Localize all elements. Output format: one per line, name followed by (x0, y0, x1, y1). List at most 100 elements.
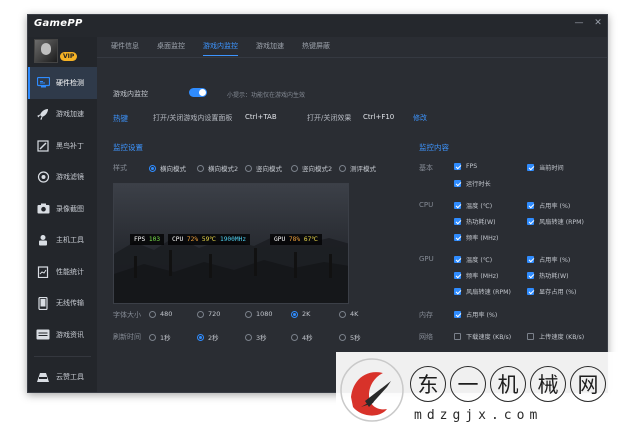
watermark-char: 东 (410, 366, 446, 402)
sidebar-item-label: 性能统计 (56, 267, 84, 276)
sidebar-item-label: 游戏加速 (56, 110, 84, 119)
camera-icon (36, 203, 50, 215)
close-button[interactable]: ✕ (593, 18, 603, 28)
check-download-speed[interactable]: 下载速度 (KB/s) (454, 332, 511, 341)
check-gpu-usage[interactable]: 占用率 (%) (527, 255, 570, 264)
toggle-effect-hotkey[interactable]: Ctrl+F10 (363, 113, 394, 121)
app-logo: GamePP (34, 18, 83, 29)
stats-icon (36, 266, 50, 278)
sidebar-item-game-boost[interactable]: 游戏加速 (28, 99, 97, 131)
check-gpu-freq[interactable]: 频率 (MHz) (454, 271, 498, 280)
style-option-horizontal-2[interactable]: 横向模式2 (197, 163, 238, 173)
tab-hardware-info[interactable]: 硬件信息 (111, 37, 139, 57)
style-option-benchmark[interactable]: 测评模式 (339, 163, 376, 173)
style-label: 样式 (113, 164, 127, 172)
refresh-option-4s[interactable]: 4秒 (291, 332, 313, 342)
check-gpu-vram[interactable]: 显存占用 (%) (527, 287, 576, 296)
sidebar-item-label: 游戏滤镜 (56, 173, 84, 182)
style-option-horizontal[interactable]: 横向模式 (149, 163, 186, 173)
window-controls: — ✕ (574, 18, 603, 28)
font-option-2k[interactable]: 2K (291, 310, 310, 318)
refresh-option-5s[interactable]: 5秒 (339, 332, 361, 342)
monitor-tip: 小提示：功能仅在游戏内生效 (227, 92, 306, 99)
sidebar-item-hardware[interactable]: 硬件检测 (28, 67, 97, 99)
sidebar-item-wireless[interactable]: 无线传输 (28, 288, 97, 320)
refresh-label: 刷新时间 (113, 333, 141, 341)
font-option-480[interactable]: 480 (149, 310, 172, 318)
check-cpu-usage[interactable]: 占用率 (%) (527, 201, 570, 210)
user-profile[interactable]: VIP (34, 39, 94, 69)
overlay-preview: FPS 103 CPU 72% 59℃ 1900MHz GPU 78% 67℃ (113, 183, 349, 304)
tab-ingame-monitor[interactable]: 游戏内监控 (203, 37, 238, 57)
sidebar-item-recording[interactable]: 录像截图 (28, 193, 97, 225)
font-option-4k[interactable]: 4K (339, 310, 358, 318)
phone-icon (36, 296, 50, 310)
font-option-1080[interactable]: 1080 (245, 310, 273, 318)
sidebar-item-label: 黑鸟补丁 (56, 141, 84, 150)
group-label-memory: 内存 (419, 311, 433, 319)
sidebar-item-label: 无线传输 (56, 299, 84, 308)
style-option-vertical[interactable]: 竖向模式 (245, 163, 282, 173)
modify-hotkey-link[interactable]: 修改 (413, 113, 427, 123)
tools-icon (36, 234, 50, 246)
sidebar-item-cloud-tools[interactable]: 云赞工具 (28, 362, 97, 393)
watermark-logo (340, 358, 404, 422)
sidebar-item-filter[interactable]: 游戏滤镜 (28, 162, 97, 194)
font-option-720[interactable]: 720 (197, 310, 220, 318)
sidebar-item-label: 主机工具 (56, 236, 84, 245)
tab-hotkey-block[interactable]: 热键屏蔽 (302, 37, 330, 57)
monitor-settings-title: 监控设置 (113, 143, 143, 152)
sidebar-item-host-tools[interactable]: 主机工具 (28, 225, 97, 257)
check-upload-speed[interactable]: 上传速度 (KB/s) (527, 332, 584, 341)
group-label-basic: 基本 (419, 164, 433, 172)
watermark-char: 机 (490, 366, 526, 402)
check-cpu-freq[interactable]: 频率 (MHz) (454, 233, 498, 242)
sidebar-divider (34, 355, 91, 357)
sidebar-item-patch[interactable]: 黑鸟补丁 (28, 130, 97, 162)
title-bar: GamePP — ✕ (28, 15, 607, 37)
sidebar-item-news[interactable]: 游戏资讯 (28, 319, 97, 351)
check-cpu-fan[interactable]: 风扇转速 (RPM) (527, 217, 584, 226)
vip-badge: VIP (60, 52, 78, 61)
overlay-gpu: GPU 78% 67℃ (270, 234, 323, 245)
check-run-time[interactable]: 运行时长 (454, 179, 491, 188)
sidebar-item-label: 游戏资讯 (56, 330, 84, 339)
check-gpu-fan[interactable]: 风扇转速 (RPM) (454, 287, 511, 296)
watermark-url: mdzgjx.com (414, 408, 543, 423)
font-size-label: 字体大小 (113, 311, 141, 319)
monitor-toggle-label: 游戏内监控 (113, 90, 148, 98)
check-gpu-power[interactable]: 热功耗(W) (527, 271, 569, 280)
refresh-option-3s[interactable]: 3秒 (245, 332, 267, 342)
sidebar-item-label: 硬件检测 (56, 78, 84, 87)
minimize-button[interactable]: — (574, 18, 584, 28)
group-label-network: 网络 (419, 333, 433, 341)
refresh-option-1s[interactable]: 1秒 (149, 332, 171, 342)
toggle-effect-label: 打开/关闭效果 (307, 114, 352, 122)
check-memory-usage[interactable]: 占用率 (%) (454, 310, 497, 319)
tab-desktop-monitor[interactable]: 桌面监控 (157, 37, 185, 57)
overlay-fps: FPS 103 (130, 234, 165, 245)
site-watermark: 东 一 机 械 网 mdzgjx.com (336, 352, 630, 430)
check-cpu-power[interactable]: 热功耗(W) (454, 217, 496, 226)
watermark-char: 一 (450, 366, 486, 402)
main-content: 硬件信息 桌面监控 游戏内监控 游戏加速 热键屏蔽 游戏内监控 小提示：功能仅在… (97, 37, 607, 392)
monitor-toggle[interactable] (189, 88, 207, 97)
avatar[interactable] (34, 39, 58, 63)
watermark-char: 网 (570, 366, 606, 402)
tab-divider (97, 57, 607, 58)
style-option-vertical-2[interactable]: 竖向模式2 (291, 163, 332, 173)
sidebar-item-performance[interactable]: 性能统计 (28, 256, 97, 288)
check-fps[interactable]: FPS (454, 163, 477, 170)
rocket-icon (36, 108, 50, 120)
group-label-gpu: GPU (419, 255, 434, 263)
check-current-time[interactable]: 当前时间 (527, 163, 564, 172)
tab-game-boost[interactable]: 游戏加速 (256, 37, 284, 57)
filter-icon (36, 171, 50, 183)
watermark-title: 东 一 机 械 网 (410, 366, 606, 402)
toggle-panel-label: 打开/关闭游戏内设置面板 (153, 114, 233, 122)
refresh-option-2s[interactable]: 2秒 (197, 332, 219, 342)
check-gpu-temp[interactable]: 温度 (℃) (454, 255, 492, 264)
check-cpu-temp[interactable]: 温度 (℃) (454, 201, 492, 210)
toggle-panel-hotkey[interactable]: Ctrl+TAB (245, 113, 277, 121)
sidebar-nav: 硬件检测 游戏加速 黑鸟补丁 游戏滤镜 录像截图 主机工具 性能统计 无线传输 … (28, 67, 97, 393)
